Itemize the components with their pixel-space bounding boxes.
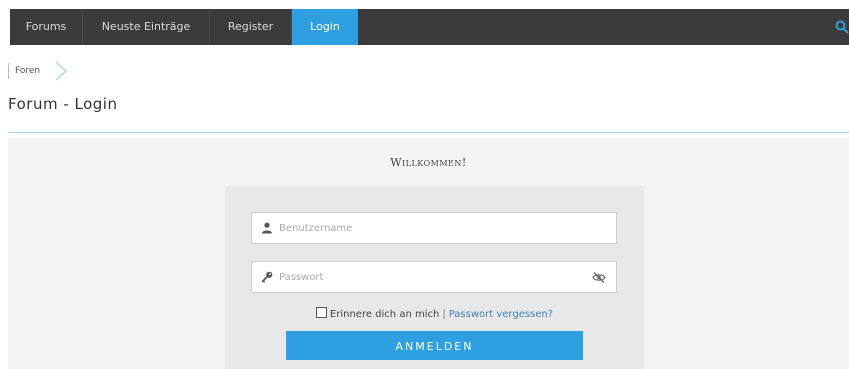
- nav-item-login[interactable]: Login: [292, 9, 358, 45]
- login-form: Erinnere dich an mich|Passwort vergessen…: [225, 186, 644, 369]
- chevron-right-icon: [55, 61, 67, 81]
- top-navigation: Forums Neuste Einträge Register Login: [10, 9, 849, 45]
- search-icon[interactable]: [835, 20, 849, 34]
- welcome-heading: Willkommen!: [390, 156, 467, 169]
- breadcrumb-divider: [8, 63, 9, 79]
- password-field-wrapper: [251, 261, 617, 293]
- nav-item-register[interactable]: Register: [210, 9, 292, 45]
- eye-slash-icon[interactable]: [592, 271, 606, 284]
- username-input[interactable]: [279, 213, 579, 243]
- login-section: Willkommen! Benutzername Erinnere dich a…: [8, 138, 849, 369]
- link-separator: |: [442, 309, 446, 320]
- nav-item-neuste-eintraege[interactable]: Neuste Einträge: [83, 9, 210, 45]
- login-button[interactable]: ANMELDEN: [286, 331, 583, 360]
- user-icon: [262, 222, 272, 234]
- nav-item-forums[interactable]: Forums: [10, 9, 83, 45]
- page-title: Forum - Login: [8, 95, 118, 113]
- forgot-password-link[interactable]: Passwort vergessen?: [449, 309, 553, 320]
- remember-row: Erinnere dich an mich | Passwort vergessen…: [225, 307, 644, 320]
- key-icon: [261, 271, 273, 283]
- title-divider: [8, 132, 849, 133]
- remember-label[interactable]: Erinnere dich an mich: [330, 309, 439, 320]
- password-input[interactable]: [279, 262, 579, 292]
- remember-checkbox[interactable]: [315, 307, 327, 318]
- breadcrumb-item-foren[interactable]: Foren: [15, 60, 40, 82]
- username-field-wrapper: [251, 212, 617, 244]
